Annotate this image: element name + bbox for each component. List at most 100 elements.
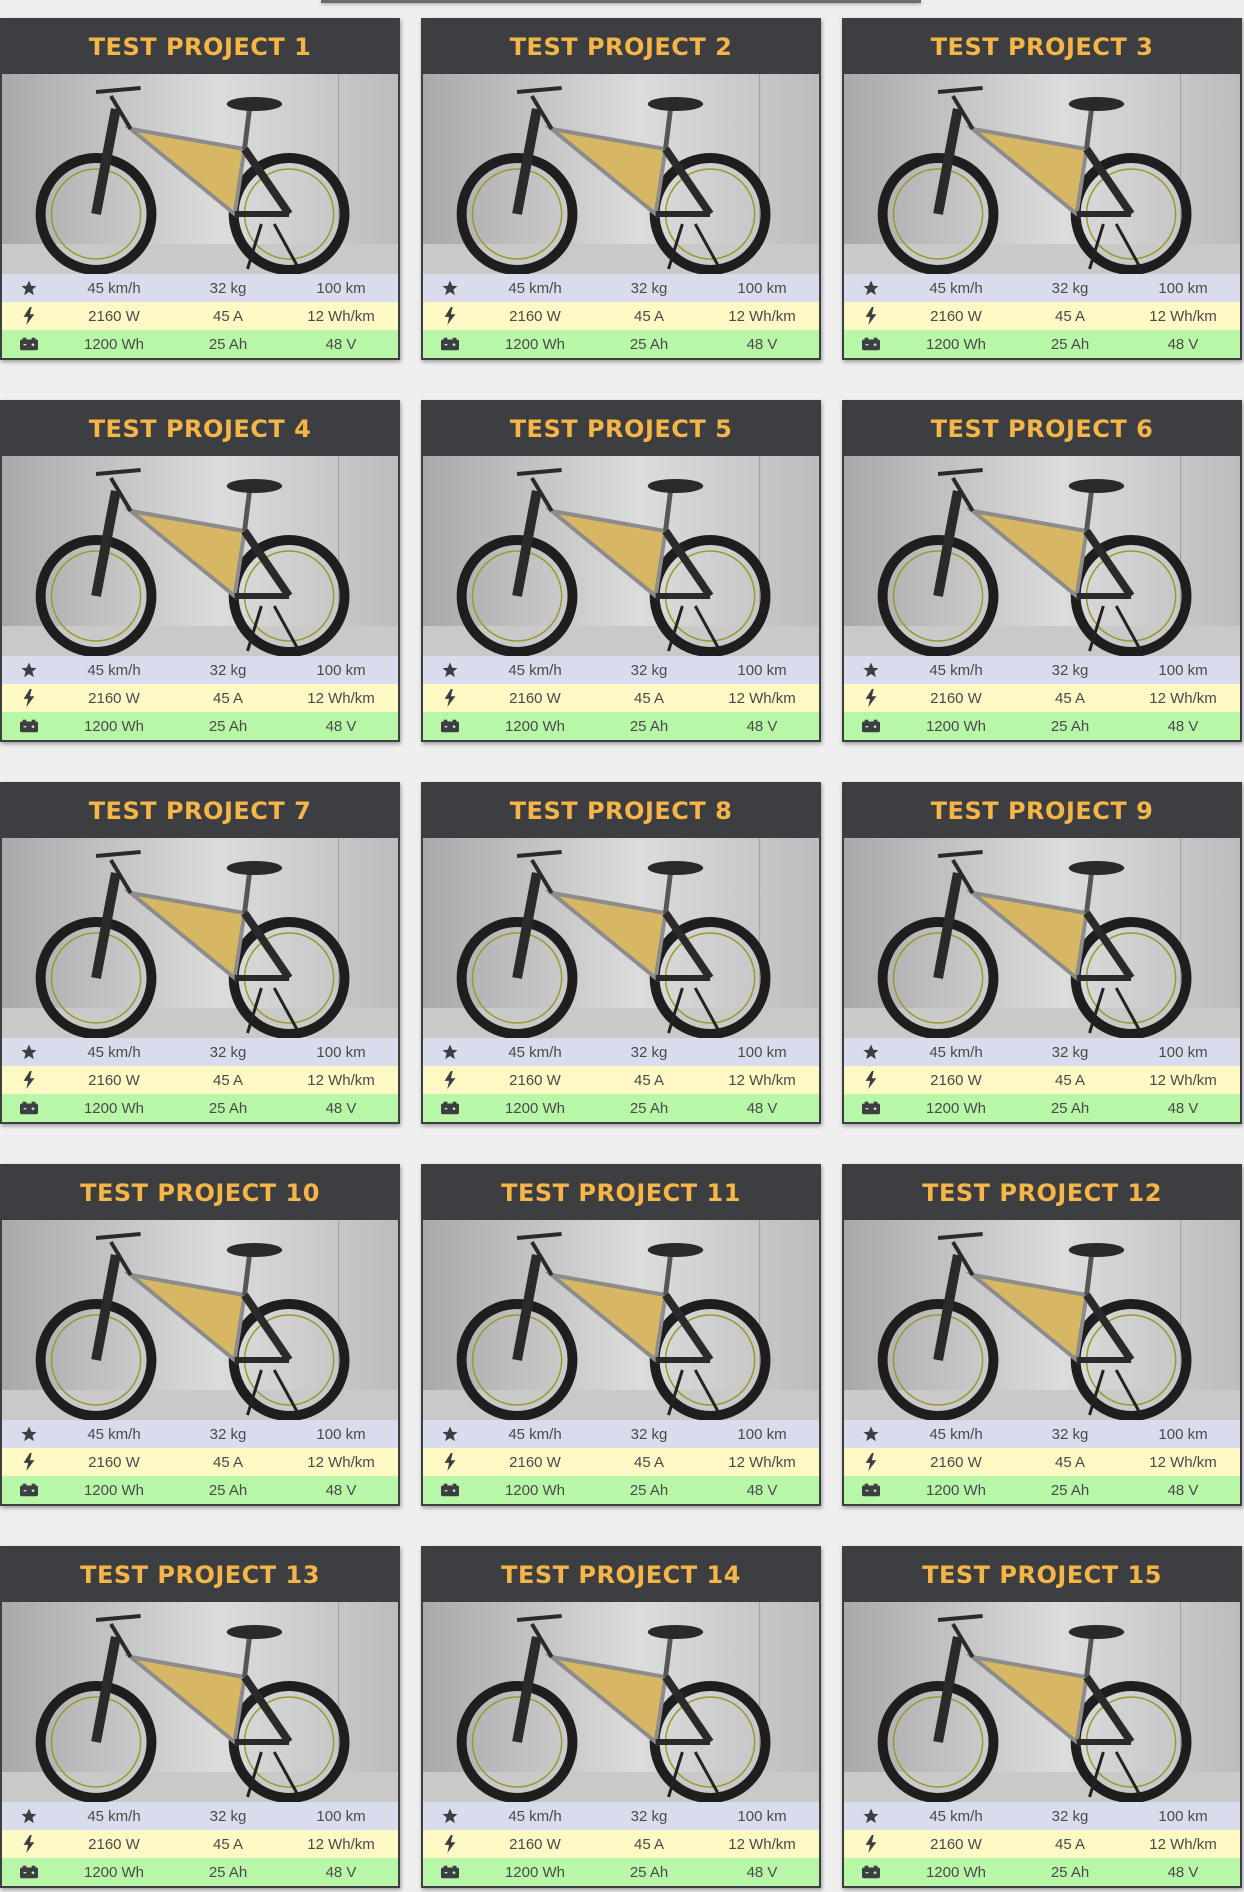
project-title[interactable]: TEST PROJECT 13 (2, 1548, 398, 1602)
project-title[interactable]: TEST PROJECT 8 (423, 784, 819, 838)
star-icon (423, 661, 477, 679)
speed-value: 45 km/h (508, 661, 562, 679)
project-title[interactable]: TEST PROJECT 9 (844, 784, 1240, 838)
project-photo[interactable] (844, 456, 1240, 656)
energy-value: 1200 Wh (925, 717, 987, 735)
voltage-value: 48 V (325, 335, 357, 353)
power-row: 2160 W 45 A 12 Wh/km (423, 1830, 819, 1858)
range-value: 100 km (737, 1425, 787, 1443)
project-photo[interactable] (423, 1602, 819, 1802)
project-card[interactable]: TEST PROJECT 3 45 km/h 32 kg 100 km 2160… (842, 18, 1242, 360)
project-card[interactable]: TEST PROJECT 10 45 km/h 32 kg 100 km 216… (0, 1164, 400, 1506)
project-card[interactable]: TEST PROJECT 15 45 km/h 32 kg 100 km 216… (842, 1546, 1242, 1888)
project-card[interactable]: TEST PROJECT 2 45 km/h 32 kg 100 km 2160… (421, 18, 821, 360)
consumption-value: 12 Wh/km (307, 1453, 375, 1471)
battery-row: 1200 Wh 25 Ah 48 V (844, 330, 1240, 358)
speed-value: 45 km/h (87, 1425, 141, 1443)
project-title[interactable]: TEST PROJECT 14 (423, 1548, 819, 1602)
consumption-value: 12 Wh/km (1149, 1071, 1217, 1089)
project-title[interactable]: TEST PROJECT 4 (2, 402, 398, 456)
current-value: 45 A (212, 689, 244, 707)
current-value: 45 A (212, 307, 244, 325)
capacity-value: 25 Ah (629, 335, 669, 353)
project-photo[interactable] (423, 1220, 819, 1420)
range-value: 100 km (737, 661, 787, 679)
project-photo[interactable] (844, 1602, 1240, 1802)
project-card[interactable]: TEST PROJECT 1 45 km/h 32 kg 100 km 2160… (0, 18, 400, 360)
project-photo[interactable] (423, 456, 819, 656)
energy-value: 1200 Wh (83, 1099, 145, 1117)
project-title[interactable]: TEST PROJECT 11 (423, 1166, 819, 1220)
lightning-bolt-icon (2, 1835, 56, 1853)
voltage-value: 48 V (746, 335, 778, 353)
lightning-bolt-icon (423, 1835, 477, 1853)
consumption-value: 12 Wh/km (1149, 1453, 1217, 1471)
project-photo[interactable] (423, 74, 819, 274)
consumption-value: 12 Wh/km (307, 689, 375, 707)
project-photo[interactable] (844, 838, 1240, 1038)
project-card[interactable]: TEST PROJECT 14 45 km/h 32 kg 100 km 216… (421, 1546, 821, 1888)
project-card[interactable]: TEST PROJECT 9 45 km/h 32 kg 100 km 2160… (842, 782, 1242, 1124)
weight-value: 32 kg (1051, 1807, 1089, 1825)
voltage-value: 48 V (746, 1099, 778, 1117)
voltage-value: 48 V (1167, 335, 1199, 353)
project-card[interactable]: TEST PROJECT 7 45 km/h 32 kg 100 km 2160… (0, 782, 400, 1124)
project-photo[interactable] (2, 456, 398, 656)
project-title[interactable]: TEST PROJECT 5 (423, 402, 819, 456)
power-row: 2160 W 45 A 12 Wh/km (2, 1830, 398, 1858)
project-title[interactable]: TEST PROJECT 2 (423, 20, 819, 74)
project-card[interactable]: TEST PROJECT 5 45 km/h 32 kg 100 km 2160… (421, 400, 821, 742)
speed-value: 45 km/h (87, 1043, 141, 1061)
project-card[interactable]: TEST PROJECT 13 45 km/h 32 kg 100 km 216… (0, 1546, 400, 1888)
project-title[interactable]: TEST PROJECT 15 (844, 1548, 1240, 1602)
energy-value: 1200 Wh (504, 1099, 566, 1117)
energy-value: 1200 Wh (925, 1481, 987, 1499)
project-card[interactable]: TEST PROJECT 12 45 km/h 32 kg 100 km 216… (842, 1164, 1242, 1506)
range-value: 100 km (737, 1043, 787, 1061)
voltage-value: 48 V (325, 717, 357, 735)
consumption-value: 12 Wh/km (307, 1835, 375, 1853)
speed-value: 45 km/h (508, 1425, 562, 1443)
top-bar (321, 0, 921, 3)
battery-icon (844, 337, 898, 351)
star-icon (423, 1043, 477, 1061)
project-title[interactable]: TEST PROJECT 12 (844, 1166, 1240, 1220)
project-photo[interactable] (844, 1220, 1240, 1420)
lightning-bolt-icon (423, 689, 477, 707)
voltage-value: 48 V (1167, 1099, 1199, 1117)
power-value: 2160 W (88, 1453, 140, 1471)
project-card[interactable]: TEST PROJECT 6 45 km/h 32 kg 100 km 2160… (842, 400, 1242, 742)
voltage-value: 48 V (746, 717, 778, 735)
performance-row: 45 km/h 32 kg 100 km (2, 1420, 398, 1448)
project-title[interactable]: TEST PROJECT 6 (844, 402, 1240, 456)
project-photo[interactable] (2, 838, 398, 1038)
battery-icon (423, 1865, 477, 1879)
project-title[interactable]: TEST PROJECT 10 (2, 1166, 398, 1220)
project-photo[interactable] (2, 1220, 398, 1420)
project-photo[interactable] (844, 74, 1240, 274)
project-title[interactable]: TEST PROJECT 3 (844, 20, 1240, 74)
project-photo[interactable] (423, 838, 819, 1038)
star-icon (2, 1807, 56, 1825)
project-card[interactable]: TEST PROJECT 11 45 km/h 32 kg 100 km 216… (421, 1164, 821, 1506)
weight-value: 32 kg (1051, 279, 1089, 297)
current-value: 45 A (633, 1071, 665, 1089)
project-photo[interactable] (2, 1602, 398, 1802)
power-row: 2160 W 45 A 12 Wh/km (2, 1448, 398, 1476)
current-value: 45 A (633, 689, 665, 707)
project-photo[interactable] (2, 74, 398, 274)
project-card[interactable]: TEST PROJECT 4 45 km/h 32 kg 100 km 2160… (0, 400, 400, 742)
current-value: 45 A (633, 307, 665, 325)
current-value: 45 A (212, 1453, 244, 1471)
star-icon (423, 279, 477, 297)
project-card[interactable]: TEST PROJECT 8 45 km/h 32 kg 100 km 2160… (421, 782, 821, 1124)
star-icon (844, 279, 898, 297)
range-value: 100 km (316, 1043, 366, 1061)
range-value: 100 km (316, 1425, 366, 1443)
battery-row: 1200 Wh 25 Ah 48 V (2, 1094, 398, 1122)
performance-row: 45 km/h 32 kg 100 km (423, 1038, 819, 1066)
performance-row: 45 km/h 32 kg 100 km (844, 274, 1240, 302)
power-value: 2160 W (930, 1453, 982, 1471)
project-title[interactable]: TEST PROJECT 7 (2, 784, 398, 838)
project-title[interactable]: TEST PROJECT 1 (2, 20, 398, 74)
